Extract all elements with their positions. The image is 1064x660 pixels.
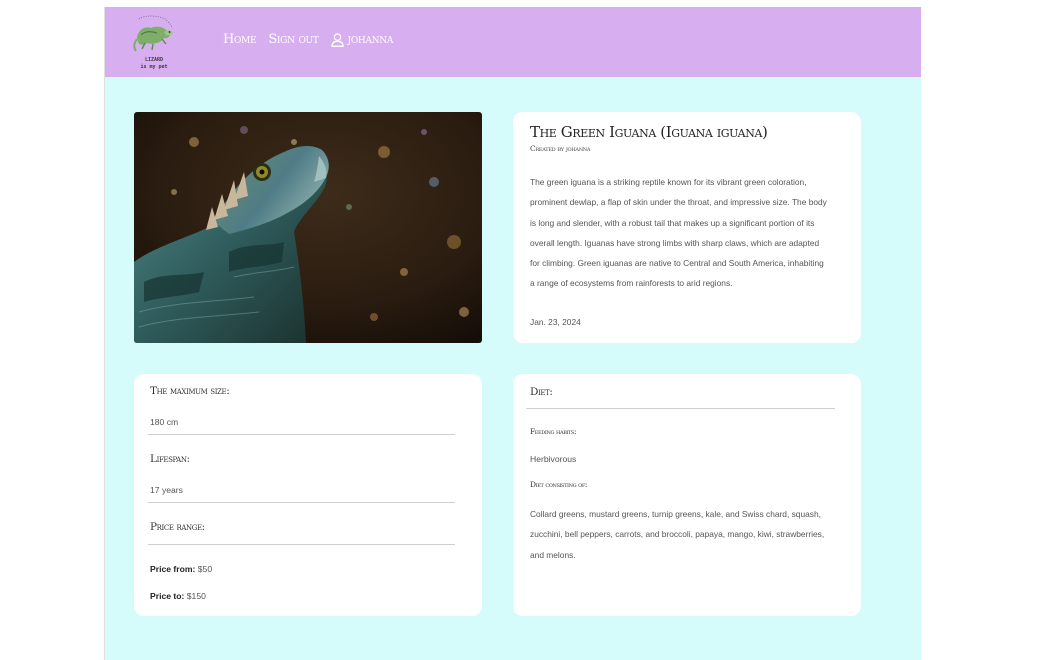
nav-links: Home Sign out johanna: [223, 32, 393, 47]
post-date: Jan. 23, 2024: [530, 317, 581, 327]
diet-label: Diet:: [530, 386, 553, 398]
description: The green iguana is a striking reptile k…: [530, 177, 827, 289]
user-icon: [330, 32, 344, 47]
price-range-label: Price range:: [150, 521, 205, 533]
price-from-value: $50: [197, 564, 213, 574]
stats-card: The maximum size: 180 cm Lifespan: 17 ye…: [134, 374, 482, 616]
logo-text: LIZARD is my pet: [127, 57, 181, 71]
nav-signout-link[interactable]: Sign out: [268, 32, 319, 47]
site-logo[interactable]: LIZARD is my pet: [127, 13, 181, 71]
price-to-value: $150: [186, 591, 206, 601]
price-from-label: Price from:: [150, 564, 196, 574]
diet-card: Diet: Feeding habits: Herbivorous Diet c…: [513, 374, 861, 616]
nav-user-link[interactable]: johanna: [330, 32, 394, 47]
lifespan-label: Lifespan:: [150, 453, 190, 465]
price-to-label: Price to:: [150, 591, 185, 601]
divider: [148, 434, 455, 435]
divider: [526, 408, 835, 409]
price-to: Price to: $150: [150, 591, 206, 601]
diet-consisting-label: Diet consisting of:: [530, 480, 588, 489]
max-size-value: 180 cm: [150, 417, 179, 427]
price-from: Price from: $50: [150, 564, 212, 574]
max-size-label: The maximum size:: [150, 385, 230, 397]
divider: [148, 544, 455, 545]
feeding-habits-label: Feeding habits:: [530, 427, 577, 436]
page-container: LIZARD is my pet Home Sign out johanna T…: [104, 7, 921, 660]
info-card: The Green Iguana (Iguana iguana) Created…: [513, 112, 861, 343]
nav-user-label: johanna: [347, 32, 394, 47]
navbar: LIZARD is my pet Home Sign out johanna: [105, 7, 921, 77]
logo-line-2: is my pet: [140, 64, 168, 70]
lizard-logo-icon: [133, 15, 173, 52]
nav-home-link[interactable]: Home: [223, 32, 257, 47]
created-by: Created by johanna: [530, 144, 591, 153]
logo-line-1: LIZARD: [144, 57, 164, 63]
page-title: The Green Iguana (Iguana iguana): [530, 123, 768, 141]
diet-consisting-value: Collard greens, mustard greens, turnip g…: [530, 509, 825, 560]
divider: [148, 502, 455, 503]
lifespan-value: 17 years: [150, 485, 183, 495]
iguana-image: [134, 112, 482, 343]
feeding-habits-value: Herbivorous: [530, 454, 577, 464]
